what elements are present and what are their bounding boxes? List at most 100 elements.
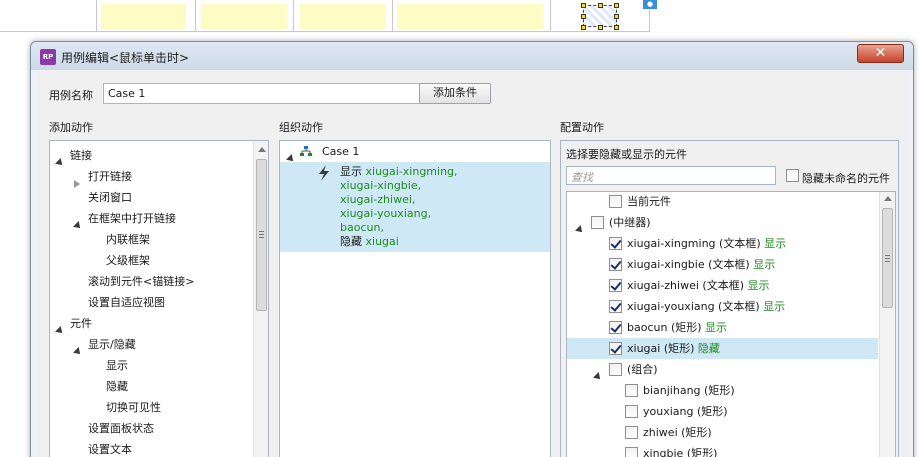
widget-tree-row[interactable]: zhiwei (矩形) — [567, 422, 878, 443]
widget-checkbox[interactable] — [609, 279, 622, 292]
grip-line — [885, 255, 890, 256]
action-tree-item[interactable]: 设置文本 — [50, 439, 250, 457]
widget-checkbox[interactable] — [609, 195, 622, 208]
widget-checkbox[interactable] — [591, 216, 604, 229]
design-canvas-strip: ● — [0, 0, 920, 34]
action-tree-label: 显示/隐藏 — [88, 338, 136, 351]
widget-checkbox[interactable] — [609, 342, 622, 355]
widget-checkbox[interactable] — [609, 237, 622, 250]
widget-checkbox[interactable] — [609, 363, 622, 376]
widget-label: zhiwei (矩形) — [643, 422, 712, 443]
case-editor-dialog: RP 用例编辑<鼠标单击时> ✕ 用例名称 Case 1 添加条件 添加动作 组… — [30, 41, 914, 457]
widget-tree-row[interactable]: baocun (矩形) 显示 — [567, 317, 878, 338]
visibility-state: 显示 — [764, 237, 787, 250]
axure-rp-icon: RP — [40, 49, 56, 65]
widget-tree-scrollbar[interactable] — [879, 192, 895, 457]
resize-handle[interactable] — [598, 3, 603, 8]
widget-name: 当前元件 — [627, 195, 671, 208]
action-tree-item[interactable]: 切换可见性 — [50, 397, 250, 418]
show-hide-action-item[interactable]: 显示 xiugai-xingming, xiugai-xingbie, xiug… — [280, 162, 550, 252]
resize-handle[interactable] — [581, 14, 586, 19]
case-node[interactable]: Case 1 — [280, 141, 550, 164]
visibility-state: 隐藏 — [697, 342, 720, 355]
widget-checkbox[interactable] — [625, 405, 638, 418]
case-name-input[interactable]: Case 1 — [103, 83, 431, 104]
action-tree-item[interactable]: 显示 — [50, 355, 250, 376]
action-tree-item[interactable]: 设置面板状态 — [50, 418, 250, 439]
scrollbar-thumb[interactable] — [256, 159, 267, 311]
canvas-widget[interactable] — [101, 4, 186, 29]
action-tree-label: 链接 — [70, 149, 92, 162]
widget-name: xingbie (矩形) — [643, 447, 718, 457]
interaction-marker-icon[interactable]: ● — [643, 0, 657, 9]
widget-checkbox[interactable] — [609, 300, 622, 313]
resize-handle[interactable] — [614, 3, 619, 8]
widget-tree-row[interactable]: xiugai-youxiang (文本框) 显示 — [567, 296, 878, 317]
resize-handle[interactable] — [614, 14, 619, 19]
dialog-titlebar[interactable]: RP 用例编辑<鼠标单击时> ✕ — [31, 42, 913, 70]
action-tree-item[interactable]: 打开链接 — [50, 166, 250, 188]
canvas-grid-line — [195, 0, 196, 32]
widget-tree-row[interactable]: xiugai (矩形) 隐藏 — [567, 338, 878, 359]
add-condition-button[interactable]: 添加条件 — [419, 83, 491, 104]
action-tree-item[interactable]: 隐藏 — [50, 376, 250, 397]
action-tree-item[interactable]: 链接 — [50, 145, 250, 168]
widget-label: 当前元件 — [627, 192, 671, 212]
action-tree-label: 切换可见性 — [106, 401, 161, 414]
action-tree-item[interactable]: 显示/隐藏 — [50, 334, 250, 357]
action-tree-item[interactable]: 父级框架 — [50, 250, 250, 271]
canvas-grid-line — [293, 0, 294, 32]
close-button[interactable]: ✕ — [857, 44, 904, 63]
widget-checkbox[interactable] — [609, 258, 622, 271]
widget-name: (中继器) — [609, 216, 651, 229]
hide-prefix: 隐藏 — [340, 235, 362, 248]
widget-name: xiugai-zhiwei (文本框) — [627, 279, 744, 292]
widget-tree-row[interactable]: xiugai-zhiwei (文本框) 显示 — [567, 275, 878, 296]
action-tree-item[interactable]: 内联框架 — [50, 229, 250, 250]
widget-tree-row[interactable]: xiugai-xingbie (文本框) 显示 — [567, 254, 878, 275]
grip-line — [885, 261, 890, 262]
resize-handle[interactable] — [581, 3, 586, 8]
add-action-scrollbar[interactable] — [253, 141, 268, 457]
action-tree-item[interactable]: 滚动到元件<锚链接> — [50, 271, 250, 292]
action-tree-label: 父级框架 — [106, 254, 150, 267]
widget-tree-row[interactable]: bianjihang (矩形) — [567, 380, 878, 401]
canvas-grid-line — [392, 0, 393, 32]
resize-handle[interactable] — [614, 25, 619, 30]
action-target: xiugai-zhiwei, — [340, 193, 416, 206]
widget-checkbox[interactable] — [609, 321, 622, 334]
scroll-up-icon[interactable] — [258, 147, 266, 152]
widget-tree-row[interactable]: (组合) — [567, 359, 878, 382]
action-tree-item[interactable]: 关闭窗口 — [50, 187, 250, 208]
hide-unnamed-checkbox[interactable] — [786, 169, 799, 182]
scroll-up-icon[interactable] — [884, 196, 892, 201]
widget-search-input[interactable]: 查找 — [566, 166, 776, 185]
action-tree-label: 内联框架 — [106, 233, 150, 246]
widget-tree-row[interactable]: (中继器) — [567, 212, 878, 235]
action-tree-item[interactable]: 在框架中打开链接 — [50, 208, 250, 231]
widget-checkbox[interactable] — [625, 384, 638, 397]
widget-tree-row[interactable]: xingbie (矩形) — [567, 443, 878, 457]
selected-canvas-widget[interactable] — [583, 5, 617, 27]
widget-label: xiugai-xingming (文本框) 显示 — [627, 233, 786, 254]
grip-line — [259, 237, 264, 238]
widget-checkbox[interactable] — [625, 426, 638, 439]
widget-checkbox[interactable] — [625, 447, 638, 457]
scrollbar-thumb[interactable] — [882, 208, 893, 308]
widget-tree-row[interactable]: xiugai-xingming (文本框) 显示 — [567, 233, 878, 254]
action-target: xiugai-youxiang, — [340, 207, 432, 220]
canvas-widget[interactable] — [397, 4, 543, 29]
action-tree-item[interactable]: 元件 — [50, 313, 250, 336]
action-target: xiugai-xingming, — [365, 165, 458, 178]
action-tree-label: 在框架中打开链接 — [88, 212, 176, 225]
resize-handle[interactable] — [581, 25, 586, 30]
widget-tree-row[interactable]: 当前元件 — [567, 192, 878, 212]
configure-action-panel: 选择要隐藏或显示的元件 查找 隐藏未命名的元件 当前元件 (中继器) xiugai-… — [560, 140, 899, 457]
widget-tree-row[interactable]: youxiang (矩形) — [567, 401, 878, 422]
add-action-tree: 链接打开链接 关闭窗口在框架中打开链接内联框架父级框架滚动到元件<锚链接> 设置自适… — [49, 140, 269, 457]
action-tree-item[interactable]: 设置自适应视图 — [50, 292, 250, 313]
resize-handle[interactable] — [598, 25, 603, 30]
canvas-widget[interactable] — [201, 4, 287, 29]
canvas-widget[interactable] — [300, 4, 386, 29]
widget-label: xiugai-zhiwei (文本框) 显示 — [627, 275, 770, 296]
